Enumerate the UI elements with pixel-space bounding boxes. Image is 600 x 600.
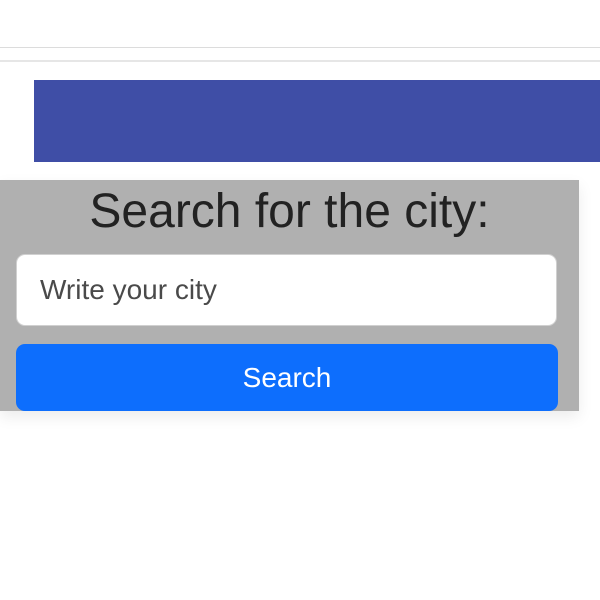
search-title: Search for the city:	[89, 185, 490, 238]
search-button[interactable]: Search	[16, 344, 558, 411]
top-divider	[0, 47, 600, 48]
city-search-input[interactable]	[16, 254, 557, 326]
header-divider	[0, 60, 600, 62]
header-banner	[34, 80, 600, 162]
page: Search for the city: Search	[0, 0, 600, 600]
